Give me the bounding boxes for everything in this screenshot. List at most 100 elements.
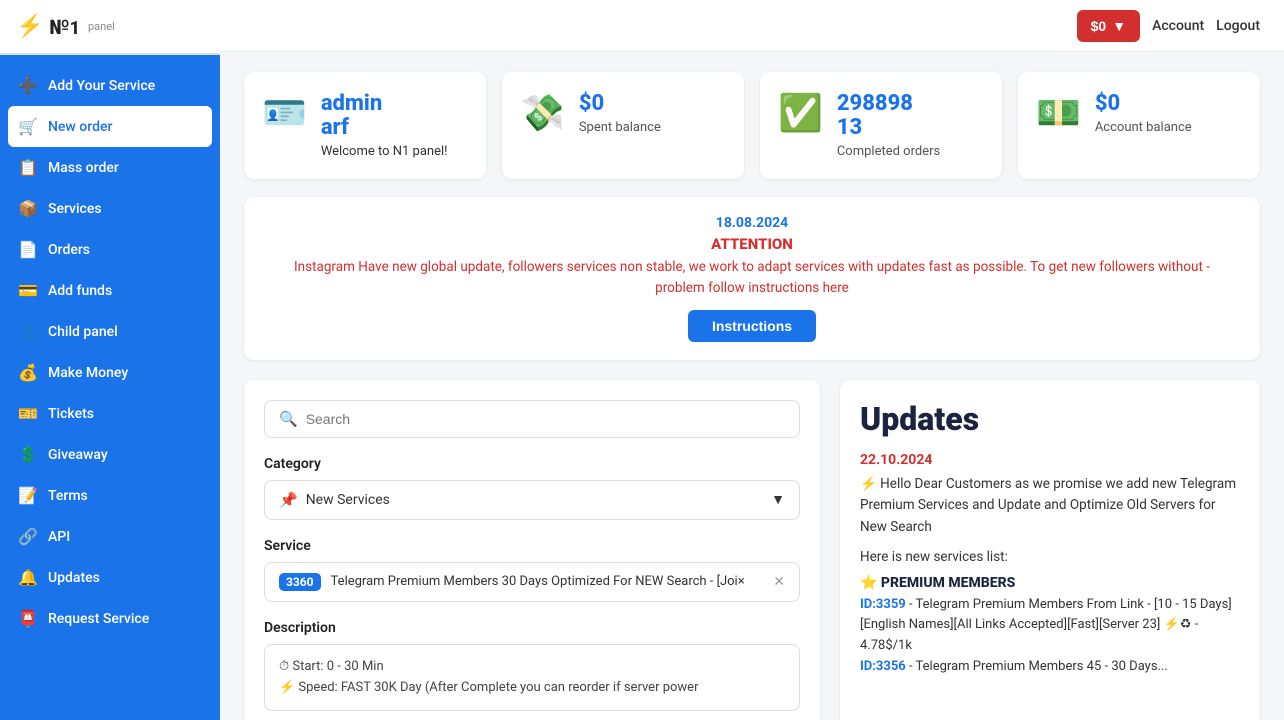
search-icon: 🔍 [279, 410, 298, 428]
user-value: adminarf [321, 92, 448, 140]
sidebar-item-giveaway[interactable]: 💲 Giveaway [0, 434, 220, 475]
sidebar-label-giveaway: Giveaway [48, 447, 108, 463]
sidebar-label-new-order: New order [48, 119, 112, 135]
terms-icon: 📝 [18, 486, 38, 505]
spent-icon: 💸 [520, 92, 565, 134]
update-item-1: ID:3356 - Telegram Premium Members 45 - … [860, 657, 1240, 678]
account-link[interactable]: Account [1152, 18, 1204, 34]
stat-user: 🪪 adminarf Welcome to N1 panel! [244, 72, 486, 179]
main-content: $0 ▼ Account Logout 🪪 adminarf Welcome t… [220, 0, 1284, 720]
sidebar-label-request-service: Request Service [48, 611, 149, 627]
balance-label: Account balance [1095, 120, 1192, 135]
chevron-icon: ▼ [771, 491, 785, 508]
new-order-icon: 🛒 [18, 117, 38, 136]
orders-value: 29889813 [837, 92, 940, 140]
content-area: 🔍 Category 📌 New Services ▼ Service 3360 [220, 360, 1284, 720]
description-box: ⏱ Start: 0 - 30 Min ⚡ Speed: FAST 30K Da… [264, 644, 800, 712]
update-item-0: ID:3359 - Telegram Premium Members From … [860, 595, 1240, 657]
sidebar-item-child-panel[interactable]: 👤Child panel [0, 311, 220, 352]
sidebar-label-make-money: Make Money [48, 365, 128, 381]
updates-icon: 🔔 [18, 568, 38, 587]
logo-text: №1 [49, 15, 80, 39]
update-date: 22.10.2024 [860, 452, 1240, 468]
desc-line2: ⚡ Speed: FAST 30K Day (After Complete yo… [279, 678, 785, 699]
orders-label: Completed orders [837, 144, 940, 159]
balance-value: $0 [1095, 92, 1192, 116]
balance-icon: 💵 [1036, 92, 1081, 134]
logo-subtitle: panel [88, 20, 115, 33]
updates-panel: Updates 22.10.2024 ⚡ Hello Dear Customer… [840, 380, 1260, 720]
desc-line1: ⏱ Start: 0 - 30 Min [279, 657, 785, 678]
sidebar-item-services[interactable]: 📦 Services [0, 188, 220, 229]
sidebar-label-services: Services [48, 201, 102, 217]
mass-order-icon: 📋 [18, 158, 38, 177]
service-select[interactable]: 3360 Telegram Premium Members 30 Days Op… [264, 562, 800, 602]
sidebar-item-mass-order[interactable]: 📋 Mass order [0, 147, 220, 188]
sidebar-label-orders: Orders [48, 242, 90, 258]
alert-title: ATTENTION [268, 235, 1236, 253]
orders-icon: 📄 [18, 240, 38, 259]
sidebar-item-add-funds[interactable]: 💳 Add funds [0, 270, 220, 311]
services-icon: 📦 [18, 199, 38, 218]
logout-link[interactable]: Logout [1216, 18, 1260, 34]
sidebar: ⚡ №1 panel ➕ Add Your Service 🛒 New order 📋 M… [0, 0, 220, 720]
category-label: Category [264, 456, 800, 472]
service-text: Telegram Premium Members 30 Days Optimiz… [331, 574, 764, 589]
category-value: New Services [306, 492, 390, 508]
instructions-button[interactable]: Instructions [688, 310, 816, 342]
sidebar-item-orders[interactable]: 📄 Orders [0, 229, 220, 270]
request-service-icon: 📮 [18, 609, 38, 628]
sidebar-label-updates: Updates [48, 570, 100, 586]
stats-row: 🪪 adminarf Welcome to N1 panel! 💸 $0 Spe… [220, 52, 1284, 179]
sidebar-item-updates[interactable]: 🔔 Updates [0, 557, 220, 598]
update-section: ⭐ PREMIUM MEMBERS [860, 575, 1240, 591]
sidebar-label-add-funds: Add funds [48, 283, 112, 299]
stat-spent: 💸 $0 Spent balance [502, 72, 744, 179]
sidebar-label-terms: Terms [48, 488, 88, 504]
user-icon: 🪪 [262, 92, 307, 134]
pin-icon: 📌 [279, 491, 298, 509]
sidebar-item-request-service[interactable]: 📮 Request Service [0, 598, 220, 639]
sidebar-item-api[interactable]: 🔗API [0, 516, 220, 557]
sidebar-item-terms[interactable]: 📝 Terms [0, 475, 220, 516]
stat-balance: 💵 $0 Account balance [1018, 72, 1260, 179]
order-form: 🔍 Category 📌 New Services ▼ Service 3360 [244, 380, 820, 720]
sidebar-label-tickets: Tickets [48, 406, 94, 422]
description-group: Description ⏱ Start: 0 - 30 Min ⚡ Speed:… [264, 620, 800, 712]
update-subtext: Here is new services list: [860, 549, 1240, 565]
sidebar-label-add-your-service: Add Your Service [48, 78, 155, 94]
logo: ⚡ №1 panel [0, 0, 220, 55]
orders-icon: ✅ [778, 92, 823, 134]
api-icon: 🔗 [18, 527, 38, 546]
search-box[interactable]: 🔍 [264, 400, 800, 438]
spent-value: $0 [579, 92, 661, 116]
sidebar-label-mass-order: Mass order [48, 160, 119, 176]
sidebar-item-make-money[interactable]: 💰 Make Money [0, 352, 220, 393]
service-id: 3360 [279, 573, 321, 591]
updates-title: Updates [860, 400, 1240, 438]
service-group: Service 3360 Telegram Premium Members 30… [264, 538, 800, 602]
user-label: Welcome to N1 panel! [321, 144, 448, 159]
service-close-icon[interactable]: ✕ [773, 574, 785, 590]
update-intro: ⚡ Hello Dear Customers as we promise we … [860, 474, 1240, 539]
service-label: Service [264, 538, 800, 554]
sidebar-item-add-your-service[interactable]: ➕ Add Your Service [0, 65, 220, 106]
stat-orders: ✅ 29889813 Completed orders [760, 72, 1002, 179]
add-funds-icon: 💳 [18, 281, 38, 300]
child-panel-icon: 👤 [18, 322, 38, 341]
bolt-icon: ⚡ [16, 14, 43, 39]
chevron-down-icon: ▼ [1112, 18, 1126, 34]
giveaway-icon: 💲 [18, 445, 38, 464]
search-input[interactable] [306, 411, 785, 427]
sidebar-item-new-order[interactable]: 🛒 New order [8, 106, 212, 147]
sidebar-item-tickets[interactable]: 🎫Tickets [0, 393, 220, 434]
balance-button[interactable]: $0 ▼ [1077, 10, 1140, 42]
alert-date: 18.08.2024 [268, 215, 1236, 231]
spent-label: Spent balance [579, 120, 661, 135]
balance-value: $0 [1091, 18, 1107, 34]
make-money-icon: 💰 [18, 363, 38, 382]
category-group: Category 📌 New Services ▼ [264, 456, 800, 520]
add-your-service-icon: ➕ [18, 76, 38, 95]
category-select[interactable]: 📌 New Services ▼ [264, 480, 800, 520]
alert-banner: 18.08.2024 ATTENTION Instagram Have new … [244, 197, 1260, 360]
